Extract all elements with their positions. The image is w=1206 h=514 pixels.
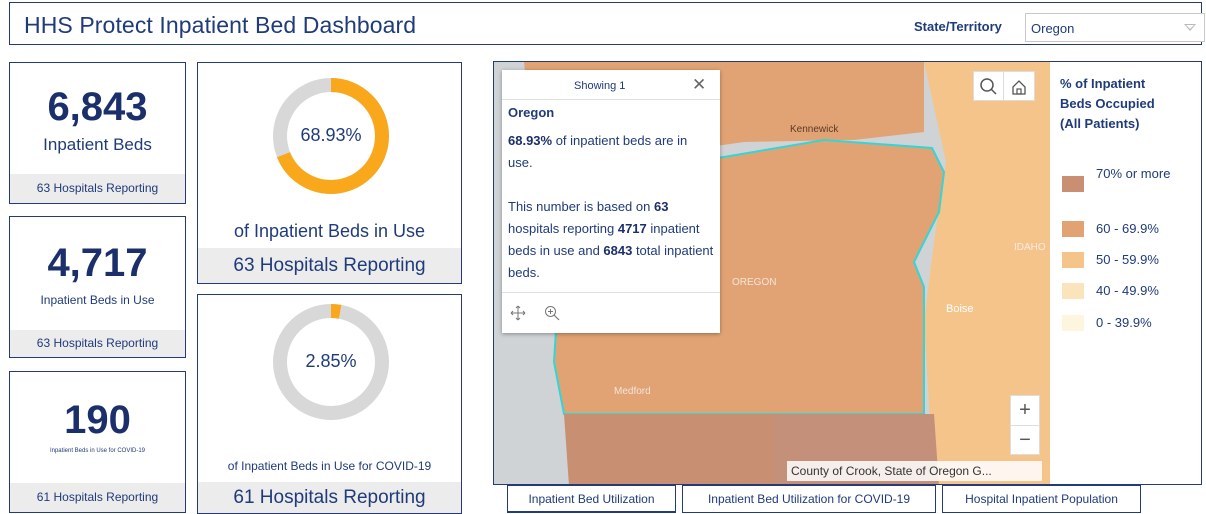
page-title: HHS Protect Inpatient Bed Dashboard [24,12,417,38]
pct-covid-card: 2.85% of Inpatient Beds in Use for COVID… [197,294,462,514]
pct-in-use-gauge: 68.93% [272,77,390,195]
popup-pct-line: 68.93% of inpatient beds are in use. [508,130,714,174]
zoom-in-button[interactable]: + [1010,395,1040,425]
legend-item-60: 60 - 69.9% [1062,218,1192,239]
pct-in-use-label: of Inpatient Beds in Use [233,221,426,241]
zoom-out-button[interactable]: − [1010,425,1040,455]
popup-detail-a: This number is based on [508,199,654,214]
legend-title-line3: (All Patients) [1060,116,1140,131]
legend-swatch [1062,252,1084,268]
popup-body: 68.93% of inpatient beds are in use. Thi… [508,130,714,284]
popup-beds-in-use: 4717 [617,221,647,236]
pct-covid-footer: 61 Hospitals Reporting [198,482,461,513]
inpatient-beds-label: Inpatient Beds [43,135,152,154]
beds-in-use-value: 4,717 [47,241,148,285]
legend-title-line1: % of Inpatient [1060,76,1146,91]
legend-swatch [1062,221,1084,237]
beds-in-use-label: Inpatient Beds in Use [40,293,155,307]
pct-in-use-card: 68.93% of Inpatient Beds in Use 63 Hospi… [197,62,462,284]
legend-title-line2: Beds Occupied [1060,96,1155,111]
state-selected-value: Oregon [1031,21,1075,36]
map-popup: Showing 1 ✕ Oregon 68.93% of inpatient b… [502,70,720,333]
legend-item-label: 70% or more [1096,166,1171,181]
map-attribution: County of Crook, State of Oregon G... [787,461,1042,481]
legend-item-label: 50 - 59.9% [1096,252,1159,267]
legend-item-0: 0 - 39.9% [1062,312,1192,333]
legend-item-label: 40 - 49.9% [1096,283,1159,298]
map-label-medford: Medford [614,386,651,397]
beds-in-use-footer: 63 Hospitals Reporting [10,330,185,357]
state-territory-dropdown[interactable]: Oregon [1025,13,1205,42]
covid-beds-card: 190 Inpatient Beds in Use for COVID-19 6… [9,371,186,513]
tab-inpatient-bed-utilization[interactable]: Inpatient Bed Utilization [507,485,676,513]
popup-region-name: Oregon [508,105,555,120]
map-legend: % of Inpatient Beds Occupied (All Patien… [1050,62,1201,484]
tab-inpatient-bed-utilization-covid[interactable]: Inpatient Bed Utilization for COVID-19 [682,485,936,513]
legend-item-label: 0 - 39.9% [1096,315,1152,330]
inpatient-beds-footer: 63 Hospitals Reporting [10,174,185,203]
covid-beds-footer: 61 Hospitals Reporting [10,483,185,512]
map-home-button[interactable] [1003,71,1035,101]
map-label-boise: Boise [946,303,974,315]
popup-hospitals: 63 [653,199,669,214]
pct-in-use-value: 68.93% [300,125,362,145]
inpatient-beds-value: 6,843 [47,85,148,129]
popup-pct: 68.93% [508,133,553,148]
map-search-button[interactable] [973,71,1003,101]
pct-covid-label: of Inpatient Beds in Use for COVID-19 [227,459,432,473]
pct-covid-gauge: 2.85% [272,303,390,421]
legend-swatch [1062,283,1084,299]
dashboard-header: HHS Protect Inpatient Bed Dashboard Stat… [9,2,1205,45]
popup-header: Showing 1 ✕ [502,70,720,100]
pan-icon[interactable] [510,305,526,321]
chevron-down-icon [1184,24,1196,31]
zoom-to-icon[interactable] [544,305,560,321]
legend-swatch [1062,315,1084,331]
map-label-idaho: IDAHO [1014,242,1046,253]
state-territory-label: State/Territory [914,19,1002,34]
map-label-oregon: OREGON [732,277,776,288]
legend-item-40: 40 - 49.9% [1062,280,1192,301]
legend-swatch [1062,176,1084,192]
home-icon [1012,80,1026,95]
beds-in-use-card: 4,717 Inpatient Beds in Use 63 Hospitals… [9,216,186,358]
pct-covid-value: 2.85% [305,351,357,371]
popup-total-beds: 6843 [603,243,633,258]
covid-beds-value: 190 [64,398,131,442]
legend-item-50: 50 - 59.9% [1062,249,1192,270]
legend-item-label: 60 - 69.9% [1096,221,1159,236]
popup-detail-b: hospitals reporting [508,221,618,236]
legend-title: % of Inpatient Beds Occupied (All Patien… [1060,74,1155,134]
popup-toolbar [502,292,720,332]
map-label-kennewick: Kennewick [790,124,839,135]
close-icon[interactable]: ✕ [692,75,706,95]
tab-hospital-inpatient-population[interactable]: Hospital Inpatient Population [942,485,1141,513]
pct-in-use-footer: 63 Hospitals Reporting [198,248,461,283]
inpatient-beds-card: 6,843 Inpatient Beds 63 Hospitals Report… [9,62,186,204]
popup-showing-count: Showing 1 [574,80,626,92]
legend-item-70-plus: 70% or more [1062,163,1192,205]
popup-detail-line: This number is based on 63 hospitals rep… [508,196,714,284]
search-icon [980,78,997,95]
covid-beds-label: Inpatient Beds in Use for COVID-19 [49,448,146,454]
